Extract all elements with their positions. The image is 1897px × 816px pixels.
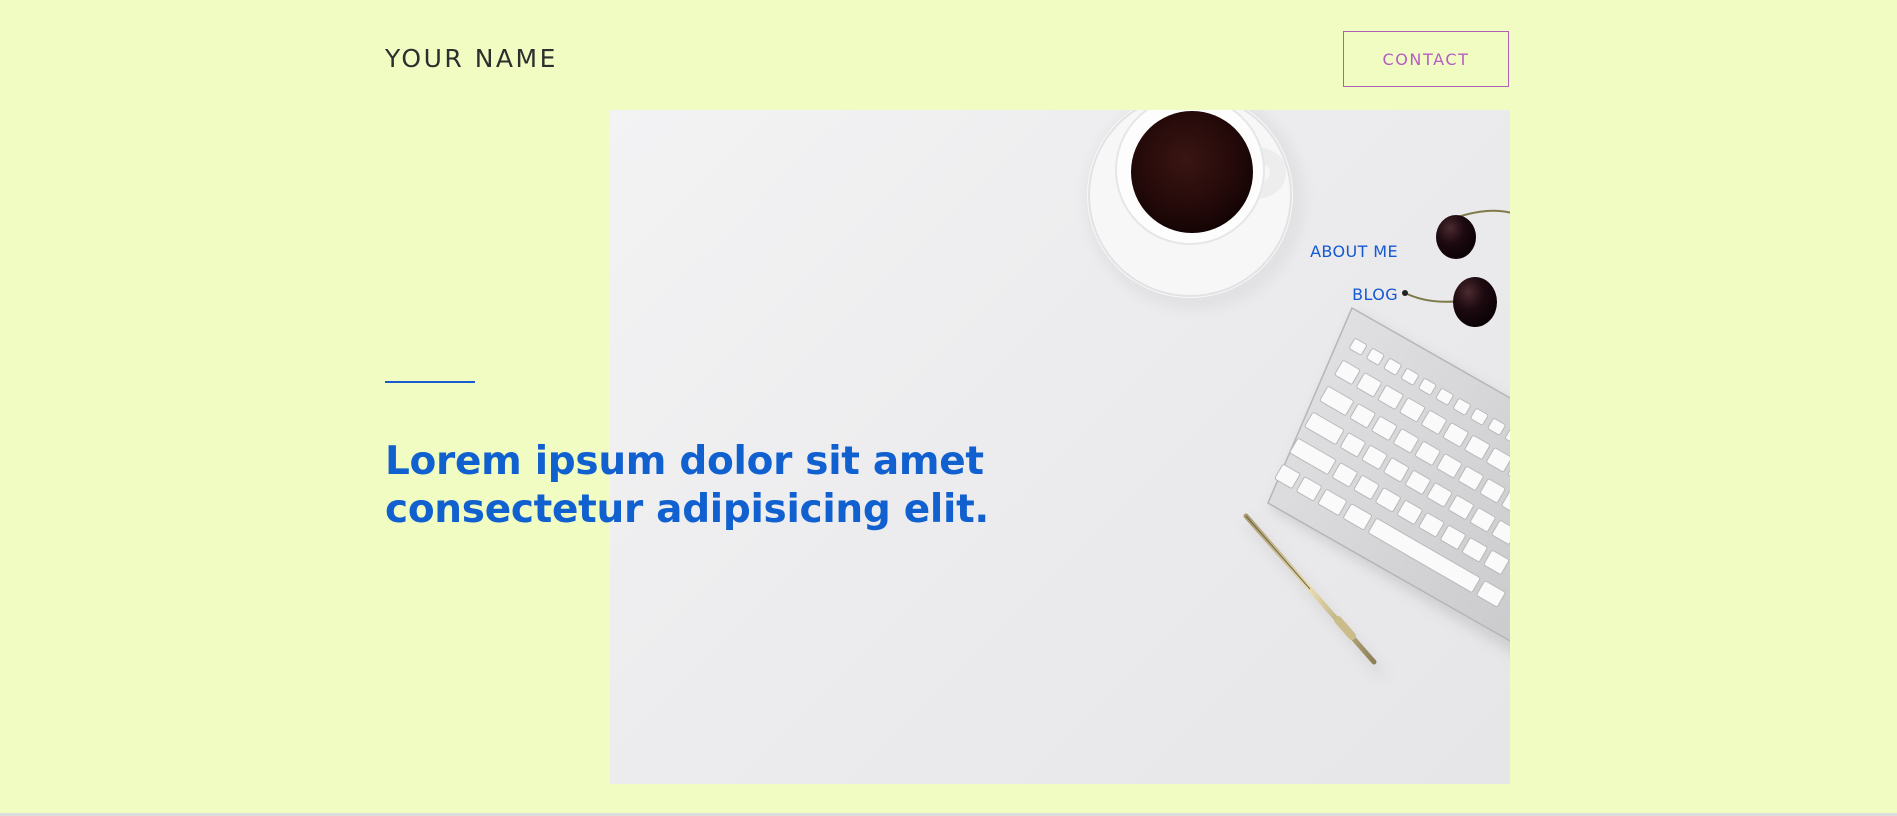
headline-accent-divider: [385, 381, 475, 383]
nav-link-blog[interactable]: BLOG: [1352, 285, 1398, 305]
site-brand-name[interactable]: YOUR NAME: [385, 44, 558, 74]
nav-link-about-me[interactable]: ABOUT ME: [1310, 242, 1398, 262]
hero-headline: Lorem ipsum dolor sit amet consectetur a…: [385, 439, 989, 532]
contact-button[interactable]: CONTACT: [1343, 31, 1509, 87]
